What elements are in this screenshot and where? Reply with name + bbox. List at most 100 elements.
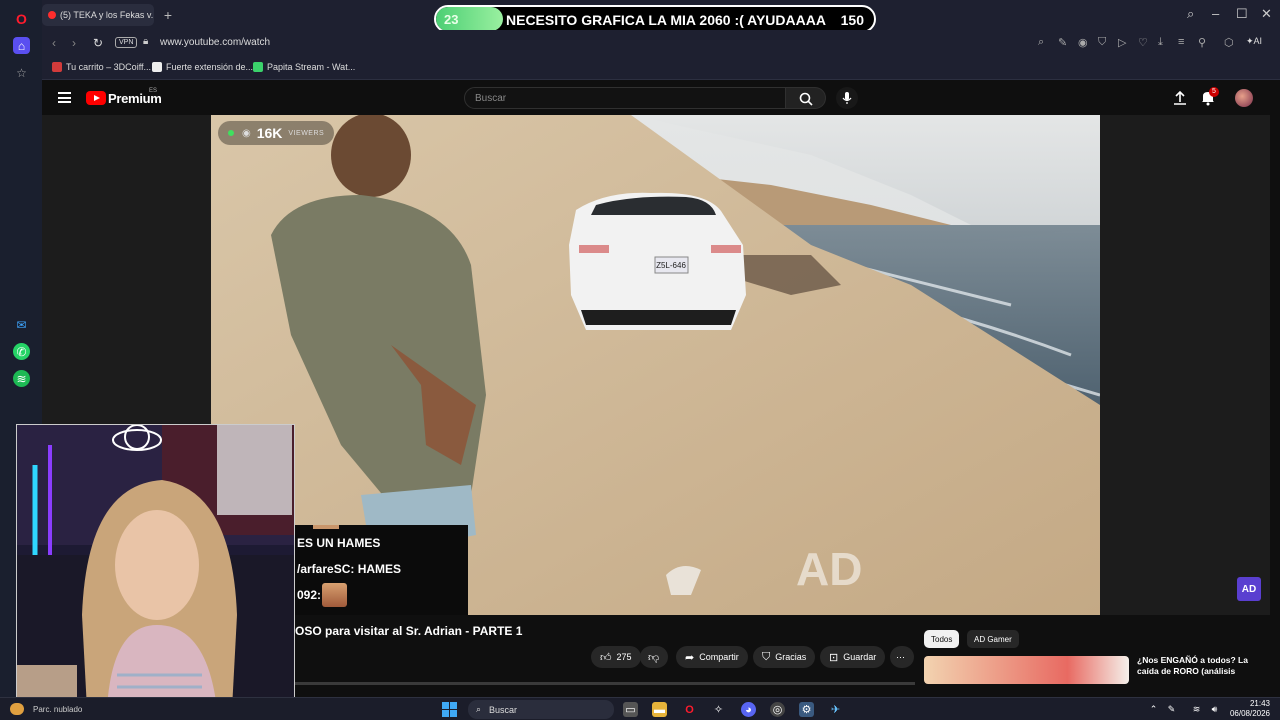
share-button[interactable]: ➦ Compartir	[676, 646, 748, 668]
ai-label: AI	[1253, 36, 1263, 46]
save-label: Guardar	[843, 652, 877, 662]
avatar[interactable]	[1235, 89, 1253, 107]
recommendation-title[interactable]: ¿Nos ENGAÑÓ a todos? La caída de RORO (a…	[1137, 655, 1267, 685]
country-code: ES	[149, 88, 158, 94]
heart-icon[interactable]: ♡	[1138, 36, 1148, 49]
new-tab-button[interactable]: +	[160, 7, 176, 23]
start-windows-icon[interactable]	[442, 702, 457, 717]
webcam-feed	[17, 425, 294, 707]
weather-text[interactable]: Parc. nublado	[33, 705, 82, 714]
video-watermark: AD	[796, 543, 862, 595]
maximize-button[interactable]: ☐	[1236, 6, 1248, 22]
bookmark-label: Papita Stream - Wat...	[267, 62, 356, 72]
live-indicator-icon	[228, 130, 234, 136]
more-actions-button[interactable]: ⋯	[890, 646, 914, 668]
dislike-button[interactable]: 👎︎	[640, 646, 668, 668]
more-icon: ⋯	[896, 651, 905, 662]
thanks-icon: ⛉	[762, 650, 771, 663]
thumbs-up-icon: 👍︎	[600, 651, 612, 664]
bookmark-item[interactable]: Fuerte extensión de...	[152, 62, 253, 72]
viewer-count: 16K	[256, 125, 283, 141]
whatsapp-icon[interactable]: ✆	[13, 343, 30, 360]
stream-goal-overlay: 23 NECESITO GRAFICA LA MIA 2060 :( AYUDA…	[434, 5, 876, 33]
ai-button[interactable]: ✦AI	[1246, 36, 1262, 47]
star-icon[interactable]: ☆	[13, 64, 30, 81]
goal-current: 23	[444, 12, 459, 27]
chip-ad-gamer[interactable]: AD Gamer	[967, 630, 1019, 648]
chip-all[interactable]: Todos	[924, 630, 960, 648]
video-title: OSO para visitar al Sr. Adrian - PARTE 1	[295, 624, 523, 638]
spotify-icon[interactable]: ≋	[13, 370, 30, 387]
address-bar: ‹ › ↻ VPN 🔒︎ www.youtube.com/watch ⌕ ✎ ◉…	[42, 30, 1280, 56]
share-label: Compartir	[699, 652, 739, 662]
chat-emote	[313, 525, 339, 529]
download-icon[interactable]: ⤓	[1158, 36, 1163, 49]
tab-youtube[interactable]: (5) TEKA y los Fekas v...	[42, 4, 154, 26]
extension-icon[interactable]: ⬡	[1224, 36, 1234, 49]
volume-icon[interactable]: 🔊︎	[1207, 702, 1222, 717]
search-tabs-icon[interactable]: ⌕	[1187, 6, 1194, 22]
save-button[interactable]: ⊡ Guardar	[820, 646, 886, 668]
youtube-logo-icon[interactable]	[86, 91, 106, 105]
settings-gear-icon[interactable]: ⚙	[799, 702, 814, 717]
video-progress-track[interactable]	[295, 682, 915, 685]
discord-icon[interactable]: ◕	[741, 702, 756, 717]
home-icon[interactable]: ⌂	[13, 37, 30, 54]
bookmark-item[interactable]: Papita Stream - Wat...	[253, 62, 355, 72]
chat-message: ES UN HAMES	[297, 536, 381, 550]
clock[interactable]: 21:43 06/08/2026	[1230, 699, 1270, 719]
pen-icon[interactable]: ✎	[1164, 702, 1179, 717]
weather-icon[interactable]	[10, 703, 24, 715]
opera-logo-icon[interactable]: O	[13, 10, 30, 27]
bookmark-label: Fuerte extensión de...	[166, 62, 254, 72]
search-icon[interactable]: ⌕	[1038, 36, 1044, 49]
url-field[interactable]: www.youtube.com/watch	[160, 37, 270, 48]
file-explorer-icon[interactable]: ▬	[652, 702, 667, 717]
profile-icon[interactable]: ⚲	[1198, 36, 1206, 49]
app-taskbar-icon[interactable]: ✧	[711, 702, 726, 717]
time: 21:43	[1249, 699, 1270, 708]
search-icon: ⌕	[476, 704, 482, 714]
chevron-up-icon[interactable]: ⌃	[1146, 702, 1161, 717]
forward-icon[interactable]: ›	[72, 36, 76, 50]
steam-icon[interactable]: ✈	[828, 702, 843, 717]
bookmark-item[interactable]: Tu carrito – 3DCoiff...	[52, 62, 151, 72]
channel-watermark-icon[interactable]: AD	[1237, 577, 1261, 601]
search-button[interactable]	[786, 87, 826, 109]
taskbar-search[interactable]: ⌕ Buscar	[468, 700, 614, 719]
bookmark-favicon-icon	[52, 62, 62, 72]
like-button[interactable]: 👍︎ 275	[591, 646, 641, 668]
thanks-button[interactable]: ⛉ Gracias	[753, 646, 816, 668]
vpn-badge[interactable]: VPN	[115, 37, 138, 48]
license-plate: Z5L-646	[656, 261, 686, 270]
hamburger-menu-icon[interactable]	[58, 92, 71, 103]
back-icon[interactable]: ‹	[52, 36, 56, 50]
thumbs-down-icon: 👎︎	[648, 651, 660, 664]
minimize-button[interactable]: –	[1212, 6, 1219, 21]
close-window-button[interactable]: ✕	[1261, 6, 1272, 22]
recommendation-thumbnail[interactable]	[924, 656, 1129, 684]
shield-icon[interactable]: ⛉	[1098, 36, 1106, 49]
camera-icon[interactable]: ◉	[1078, 36, 1088, 49]
task-view-icon[interactable]: ▭	[623, 702, 638, 717]
play-icon[interactable]: ▷	[1118, 36, 1126, 49]
messenger-icon[interactable]: ✉	[13, 316, 30, 333]
eye-icon: ◉	[242, 127, 251, 139]
upload-icon[interactable]	[1172, 90, 1188, 106]
wifi-icon[interactable]: ≋	[1189, 702, 1204, 717]
youtube-favicon-icon	[48, 11, 56, 19]
reload-icon[interactable]: ↻	[93, 36, 103, 50]
viewer-label: VIEWERS	[288, 129, 325, 137]
edit-icon[interactable]: ✎	[1058, 36, 1067, 49]
bookmark-favicon-icon	[152, 62, 162, 72]
youtube-header: Premium ES Buscar 5	[42, 80, 1270, 116]
opera-taskbar-icon[interactable]: O	[682, 702, 697, 717]
obs-icon[interactable]: ◎	[770, 702, 785, 717]
thanks-label: Gracias	[775, 652, 807, 662]
menu-list-icon[interactable]: ≡	[1178, 36, 1184, 48]
search-input[interactable]: Buscar	[464, 87, 786, 109]
search-icon	[799, 92, 813, 106]
microphone-button[interactable]	[836, 87, 858, 109]
notification-count-badge: 5	[1209, 87, 1219, 97]
lock-icon[interactable]: 🔒︎	[143, 36, 148, 47]
